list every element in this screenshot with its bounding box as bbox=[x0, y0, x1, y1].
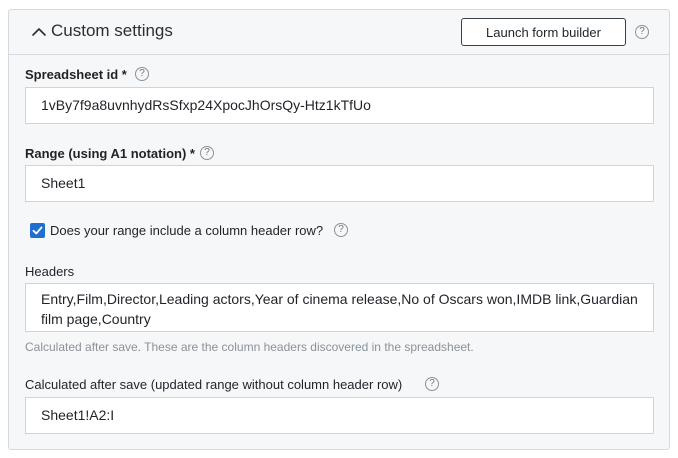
help-icon[interactable]: ? bbox=[635, 25, 649, 39]
chevron-up-icon[interactable] bbox=[31, 24, 47, 40]
range-input[interactable]: Sheet1 bbox=[25, 165, 654, 202]
help-icon[interactable]: ? bbox=[135, 67, 149, 81]
calculated-range-label: Calculated after save (updated range wit… bbox=[25, 377, 403, 392]
header-row-checkbox[interactable] bbox=[30, 223, 45, 238]
help-icon[interactable]: ? bbox=[334, 223, 348, 237]
headers-hint: Calculated after save. These are the col… bbox=[25, 340, 474, 354]
spreadsheet-id-input[interactable]: 1vBy7f9a8uvnhydRsSfxp24XpocJhOrsQy-Htz1k… bbox=[25, 87, 654, 124]
launch-form-builder-button[interactable]: Launch form builder bbox=[461, 18, 626, 46]
spreadsheet-id-label: Spreadsheet id * bbox=[25, 67, 127, 82]
help-icon[interactable]: ? bbox=[200, 146, 214, 160]
help-icon[interactable]: ? bbox=[425, 377, 439, 391]
headers-label: Headers bbox=[25, 264, 75, 279]
panel-title: Custom settings bbox=[51, 21, 173, 40]
range-label: Range (using A1 notation) * bbox=[25, 146, 195, 161]
custom-settings-panel: Custom settings Launch form builder ? Sp… bbox=[8, 9, 670, 450]
calculated-range-input[interactable]: Sheet1!A2:I bbox=[25, 397, 654, 434]
checkmark-icon bbox=[32, 226, 43, 235]
header-row-checkbox-label[interactable]: Does your range include a column header … bbox=[50, 223, 323, 238]
headers-textarea[interactable]: Entry,Film,Director,Leading actors,Year … bbox=[25, 283, 654, 332]
panel-header[interactable]: Custom settings Launch form builder ? bbox=[9, 10, 669, 55]
